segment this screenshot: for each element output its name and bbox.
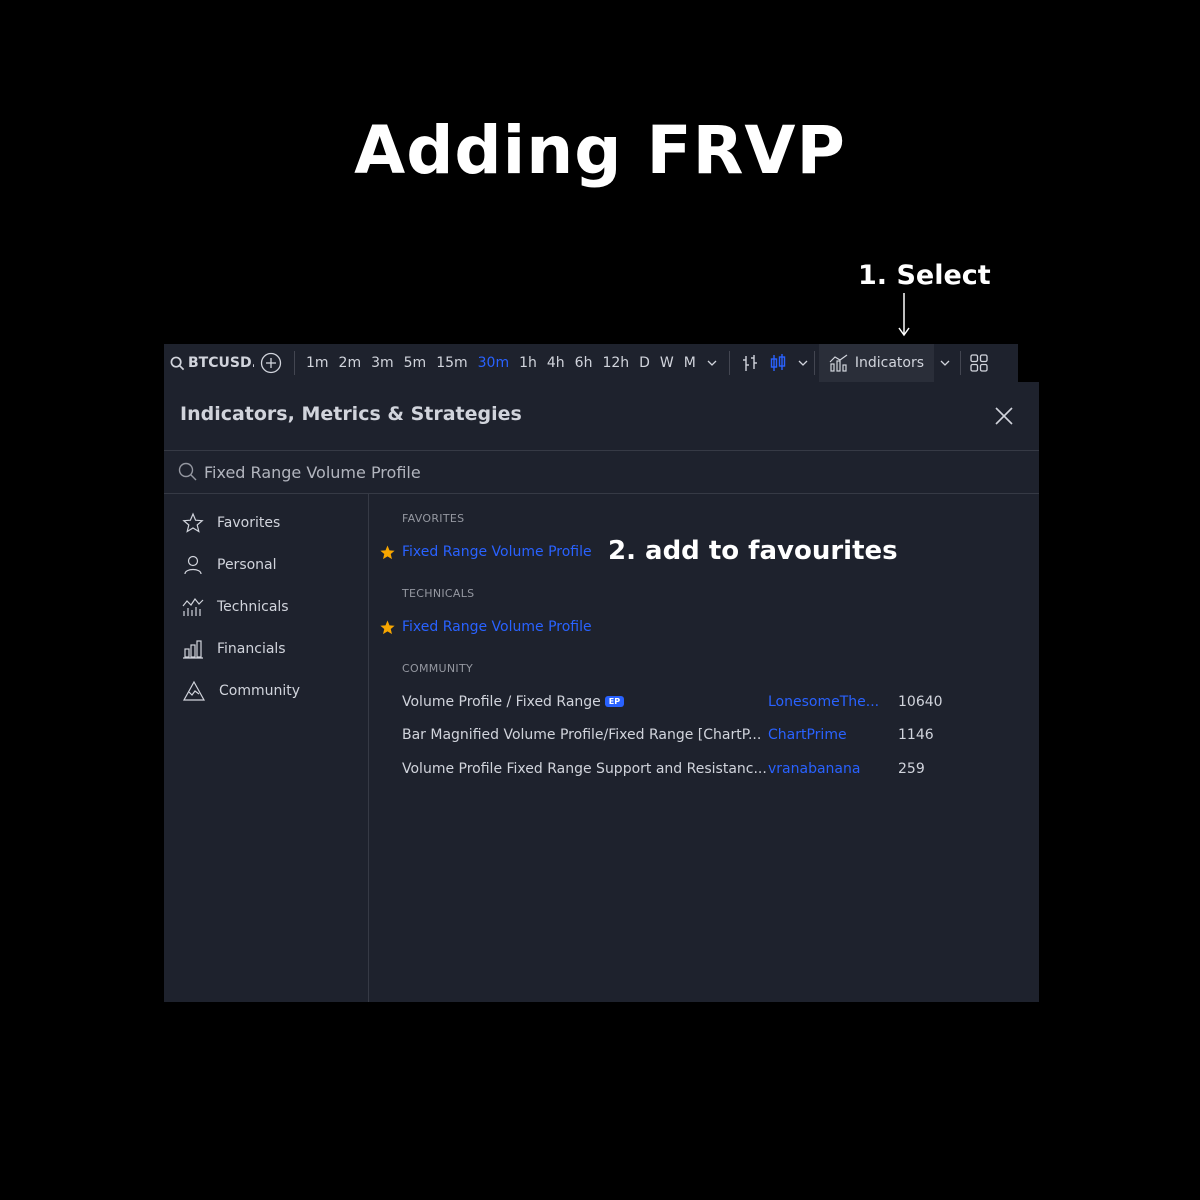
community-result-count: 1146 xyxy=(898,727,934,743)
indicators-label: Indicators xyxy=(854,355,925,371)
sidebar-item-label: Favorites xyxy=(217,515,281,531)
search-icon xyxy=(178,462,197,481)
step2-annotation: 2. add to favourites xyxy=(608,536,898,566)
sidebar-item-label: Financials xyxy=(217,641,286,657)
timeframe-30m[interactable]: 30m xyxy=(473,355,514,371)
toolbar-divider xyxy=(813,351,815,375)
community-result-row[interactable]: Volume Profile / Fixed Range EP LonesomeT… xyxy=(402,690,1002,714)
community-result-count: 259 xyxy=(898,761,925,777)
chart-toolbar: BTCUSD.P 1m 2m 3m 5m 15m 30m 1h 4h 6h 12… xyxy=(164,344,1018,382)
candlestick-icon xyxy=(770,354,786,371)
indicators-chart-icon xyxy=(829,354,848,372)
timeframe-1m[interactable]: 1m xyxy=(301,355,334,371)
timeframe-15m[interactable]: 15m xyxy=(431,355,472,371)
community-result-count: 10640 xyxy=(898,694,943,710)
community-result-name: Bar Magnified Volume Profile/Fixed Range… xyxy=(402,727,762,743)
sidebar-item-favorites[interactable]: Favorites xyxy=(182,508,280,538)
chevron-down-icon xyxy=(707,360,717,366)
search-icon xyxy=(170,356,185,370)
community-result-name-wrap: Volume Profile / Fixed Range EP xyxy=(402,694,768,710)
chart-line-icon xyxy=(182,597,204,616)
community-result-author[interactable]: ChartPrime xyxy=(768,727,898,743)
grid-layout-icon xyxy=(970,354,988,372)
plus-circle-icon xyxy=(260,352,282,374)
timeframe-3m[interactable]: 3m xyxy=(366,355,399,371)
sidebar-item-label: Community xyxy=(219,683,301,699)
page-headline: Adding FRVP xyxy=(354,112,846,189)
toolbar-divider xyxy=(960,351,962,375)
category-sidebar: Favorites Personal Technicals Financials… xyxy=(164,494,369,1002)
dialog-search-bar xyxy=(164,451,1039,494)
chart-style-dropdown[interactable] xyxy=(792,360,814,366)
timeframe-dropdown[interactable] xyxy=(701,360,723,366)
dialog-title: Indicators, Metrics & Strategies xyxy=(180,403,522,425)
indicator-search-input[interactable] xyxy=(204,458,804,486)
sidebar-item-label: Technicals xyxy=(217,599,289,615)
section-label-favorites: FAVORITES xyxy=(402,512,465,525)
section-label-community: COMMUNITY xyxy=(402,662,473,675)
timeframe-4h[interactable]: 4h xyxy=(542,355,570,371)
favorite-result-item[interactable]: Fixed Range Volume Profile xyxy=(379,540,592,564)
community-result-author[interactable]: LonesomeThe... xyxy=(768,694,898,710)
layout-button[interactable] xyxy=(965,354,993,372)
close-icon[interactable] xyxy=(992,404,1016,428)
result-name[interactable]: Fixed Range Volume Profile xyxy=(402,619,592,635)
bars-style-button[interactable] xyxy=(736,353,764,373)
user-icon xyxy=(184,555,202,575)
indicators-dialog: Indicators, Metrics & Strategies Favorit… xyxy=(164,382,1039,1002)
timeframe-5m[interactable]: 5m xyxy=(399,355,432,371)
toolbar-divider xyxy=(728,351,730,375)
chevron-down-icon xyxy=(798,360,808,366)
timeframe-m[interactable]: M xyxy=(679,355,701,371)
chevron-down-icon xyxy=(940,360,950,366)
sidebar-item-technicals[interactable]: Technicals xyxy=(182,592,289,622)
indicators-dropdown[interactable] xyxy=(934,360,956,366)
dialog-header: Indicators, Metrics & Strategies xyxy=(164,382,1039,451)
star-outline-icon xyxy=(182,512,204,533)
mountain-icon xyxy=(182,680,206,701)
sidebar-item-community[interactable]: Community xyxy=(182,676,300,706)
section-label-technicals: TECHNICALS xyxy=(402,587,475,600)
sidebar-item-personal[interactable]: Personal xyxy=(182,550,277,580)
community-result-name: Volume Profile / Fixed Range xyxy=(402,694,601,710)
step1-annotation: 1. Select xyxy=(858,260,991,291)
ohlc-bars-icon xyxy=(742,355,757,371)
star-filled-icon[interactable] xyxy=(379,544,397,561)
compare-button[interactable] xyxy=(254,352,288,374)
technical-result-item[interactable]: Fixed Range Volume Profile xyxy=(379,615,592,639)
timeframe-2m[interactable]: 2m xyxy=(334,355,367,371)
star-filled-icon[interactable] xyxy=(379,619,397,636)
community-result-row[interactable]: Bar Magnified Volume Profile/Fixed Range… xyxy=(402,723,1002,747)
sidebar-item-financials[interactable]: Financials xyxy=(182,634,286,664)
arrow-down-icon xyxy=(898,293,910,337)
bar-chart-icon xyxy=(183,640,203,659)
timeframe-list: 1m 2m 3m 5m 15m 30m 1h 4h 6h 12h D W M xyxy=(301,355,701,371)
candles-style-button[interactable] xyxy=(764,353,792,373)
community-result-row[interactable]: Volume Profile Fixed Range Support and R… xyxy=(402,757,1002,781)
results-panel: FAVORITES Fixed Range Volume Profile TEC… xyxy=(369,494,1039,1002)
toolbar-divider xyxy=(294,351,295,375)
timeframe-d[interactable]: D xyxy=(634,355,655,371)
timeframe-6h[interactable]: 6h xyxy=(570,355,598,371)
symbol-search-button[interactable]: BTCUSD.P xyxy=(164,355,254,371)
result-name[interactable]: Fixed Range Volume Profile xyxy=(402,544,592,560)
indicators-button[interactable]: Indicators xyxy=(818,344,935,382)
timeframe-1h[interactable]: 1h xyxy=(514,355,542,371)
timeframe-12h[interactable]: 12h xyxy=(597,355,634,371)
symbol-label: BTCUSD.P xyxy=(188,355,254,371)
timeframe-w[interactable]: W xyxy=(655,355,679,371)
community-result-name: Volume Profile Fixed Range Support and R… xyxy=(402,761,767,777)
community-result-author[interactable]: vranabanana xyxy=(768,761,898,777)
sidebar-item-label: Personal xyxy=(217,557,277,573)
ep-badge: EP xyxy=(604,696,625,707)
